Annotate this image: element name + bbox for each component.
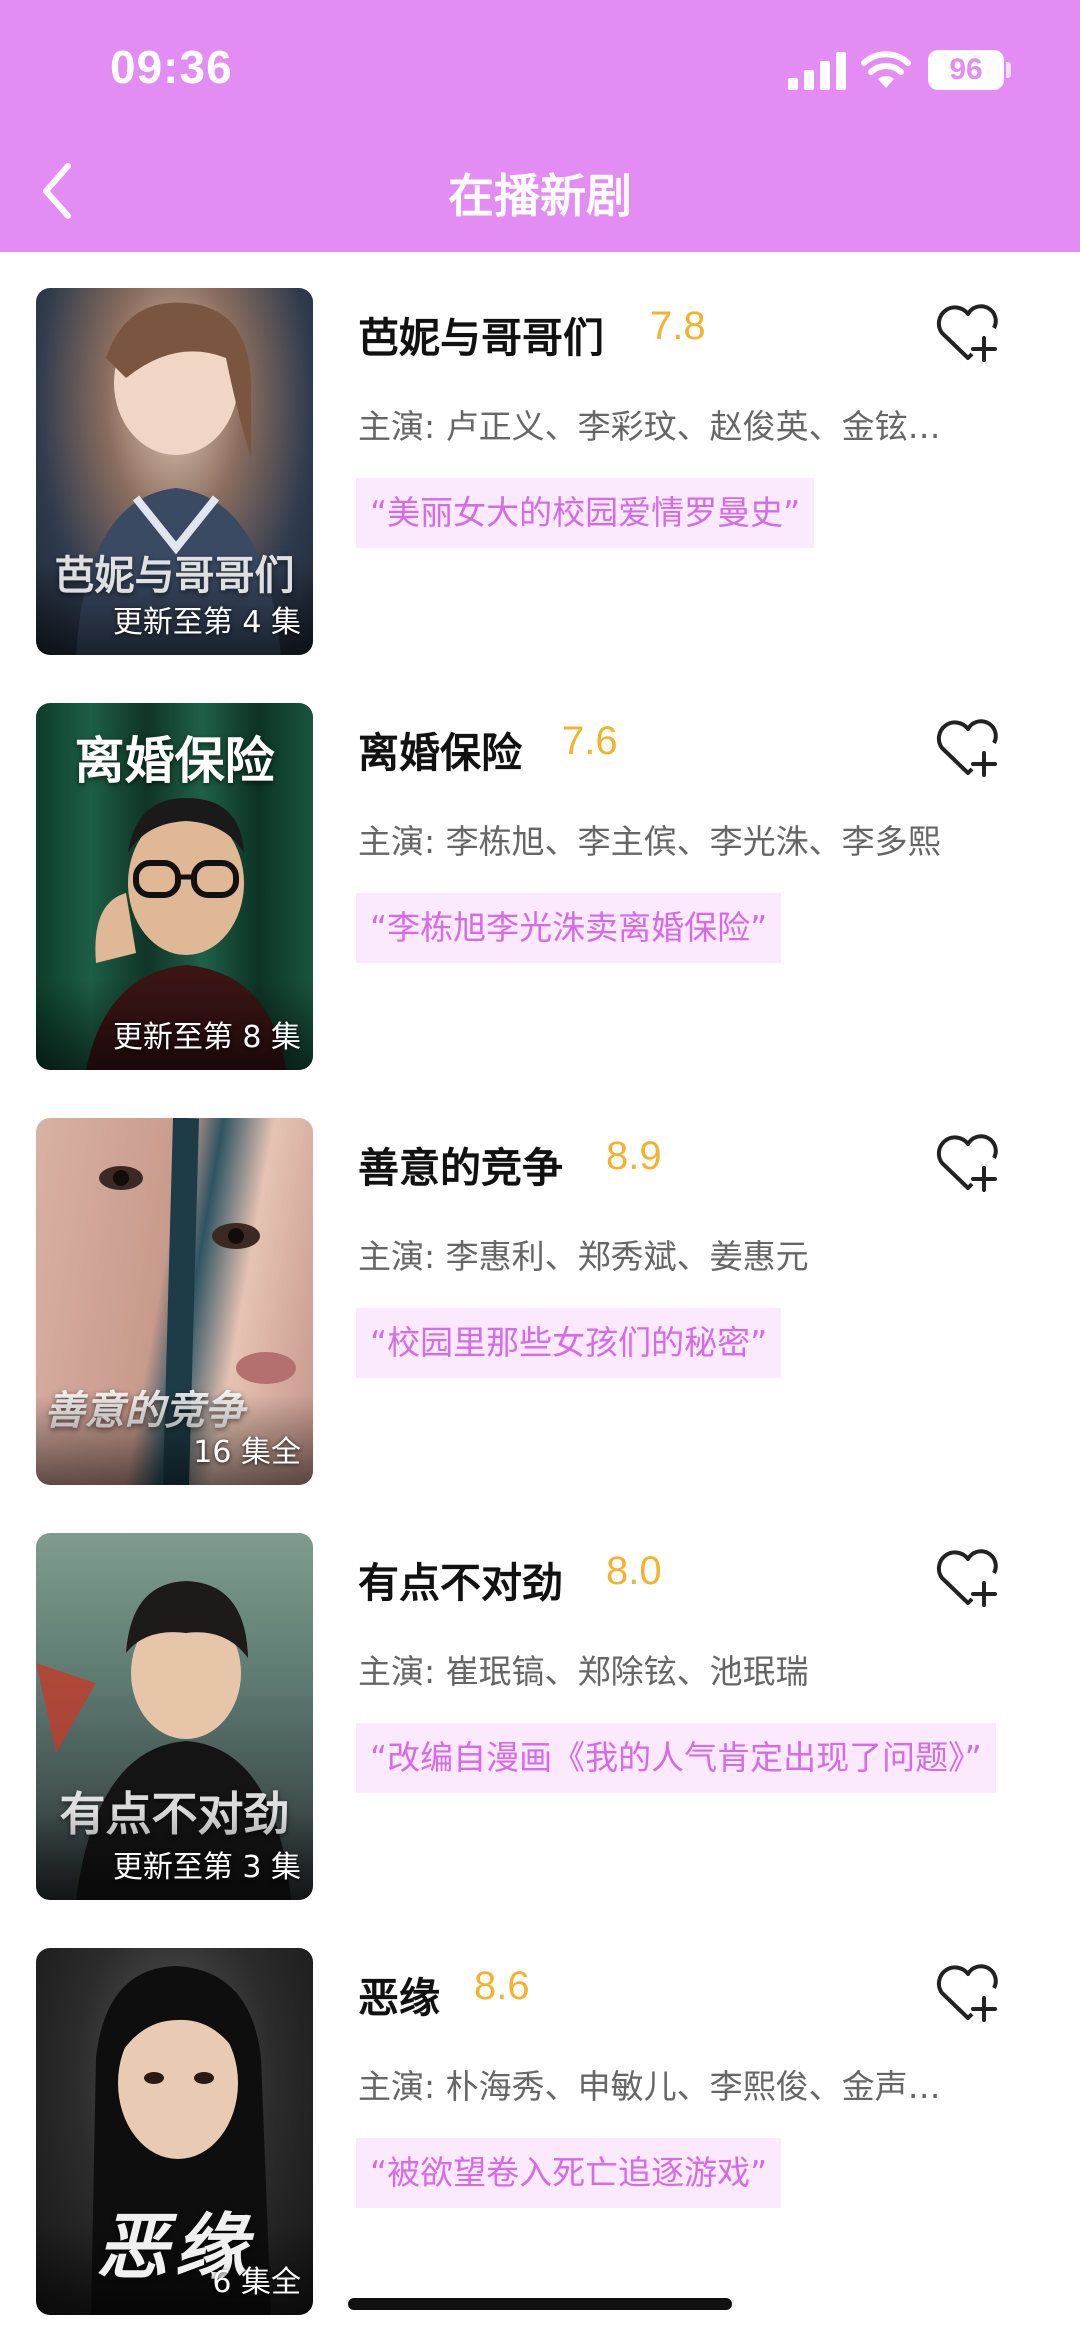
drama-title: 有点不对劲 [358, 1559, 563, 1607]
drama-tagline: “李栋旭李光洙卖离婚保险” [356, 893, 782, 963]
episode-badge: 16 集全 [193, 1435, 301, 1470]
drama-title: 恶缘 [358, 1974, 440, 2022]
drama-tagline: “改编自漫画《我的人气肯定出现了问题》” [356, 1723, 996, 1793]
list-item[interactable]: 离婚保险 更新至第 8 集 离婚保险 7.6 主演: 李栋旭、李主傧、李光洙、李… [0, 667, 1080, 1070]
heart-plus-icon[interactable] [936, 1134, 1000, 1192]
heart-plus-icon[interactable] [936, 304, 1000, 362]
poster-image[interactable]: 离婚保险 更新至第 8 集 [36, 703, 313, 1070]
drama-cast: 主演: 崔珉镐、郑除铉、池珉瑞 [358, 1652, 809, 1691]
home-indicator[interactable] [348, 2298, 732, 2310]
drama-score: 8.9 [606, 1134, 662, 1178]
drama-tagline: “被欲望卷入死亡追逐游戏” [356, 2138, 782, 2208]
poster-image[interactable]: 有点不对劲 更新至第 3 集 [36, 1533, 313, 1900]
list-item[interactable]: 有点不对劲 更新至第 3 集 有点不对劲 8.0 主演: 崔珉镐、郑除铉、池珉瑞… [0, 1497, 1080, 1900]
drama-tagline: “美丽女大的校园爱情罗曼史” [356, 478, 815, 548]
poster-image[interactable]: 恶缘 6 集全 [36, 1948, 313, 2315]
episode-badge: 6 集全 [212, 2265, 301, 2300]
wifi-icon [861, 51, 911, 88]
signal-icon [788, 52, 846, 90]
drama-cast: 主演: 朴海秀、申敏儿、李熙俊、金声… [358, 2067, 941, 2106]
drama-tagline: “校园里那些女孩们的秘密” [356, 1308, 782, 1378]
page-title: 在播新剧 [448, 169, 632, 223]
drama-score: 8.0 [606, 1549, 662, 1593]
drama-cast: 主演: 卢正义、李彩玟、赵俊英、金铉… [358, 407, 941, 446]
drama-title: 离婚保险 [358, 729, 522, 777]
drama-cast: 主演: 李栋旭、李主傧、李光洙、李多熙 [358, 822, 941, 861]
app-header: 09:36 96 在播新剧 [0, 0, 1080, 252]
poster-title: 芭妮与哥哥们 [54, 553, 295, 599]
list-item[interactable]: 善意的竞争 16 集全 善意的竞争 8.9 主演: 李惠利、郑秀斌、姜惠元 “校… [0, 1082, 1080, 1485]
poster-image[interactable]: 芭妮与哥哥们 更新至第 4 集 [36, 288, 313, 655]
battery-indicator: 96 [928, 50, 1004, 90]
episode-badge: 更新至第 3 集 [112, 1850, 301, 1885]
poster-image[interactable]: 善意的竞争 16 集全 [36, 1118, 313, 1485]
battery-tip [1006, 62, 1011, 78]
list-item[interactable]: 芭妮与哥哥们 更新至第 4 集 芭妮与哥哥们 7.8 主演: 卢正义、李彩玟、赵… [0, 252, 1080, 655]
list-item[interactable]: 恶缘 6 集全 恶缘 8.6 主演: 朴海秀、申敏儿、李熙俊、金声… “被欲望卷… [0, 1912, 1080, 2315]
drama-title: 芭妮与哥哥们 [358, 314, 604, 362]
episode-badge: 更新至第 8 集 [112, 1020, 301, 1055]
status-time: 09:36 [110, 41, 233, 93]
drama-score: 7.8 [650, 304, 706, 348]
poster-title: 离婚保险 [74, 732, 275, 790]
drama-cast: 主演: 李惠利、郑秀斌、姜惠元 [358, 1237, 809, 1276]
heart-plus-icon[interactable] [936, 719, 1000, 777]
episode-badge: 更新至第 4 集 [112, 605, 301, 640]
heart-plus-icon[interactable] [936, 1964, 1000, 2022]
heart-plus-icon[interactable] [936, 1549, 1000, 1607]
drama-score: 8.6 [474, 1964, 530, 2008]
drama-score: 7.6 [562, 719, 618, 763]
drama-title: 善意的竞争 [358, 1144, 563, 1192]
